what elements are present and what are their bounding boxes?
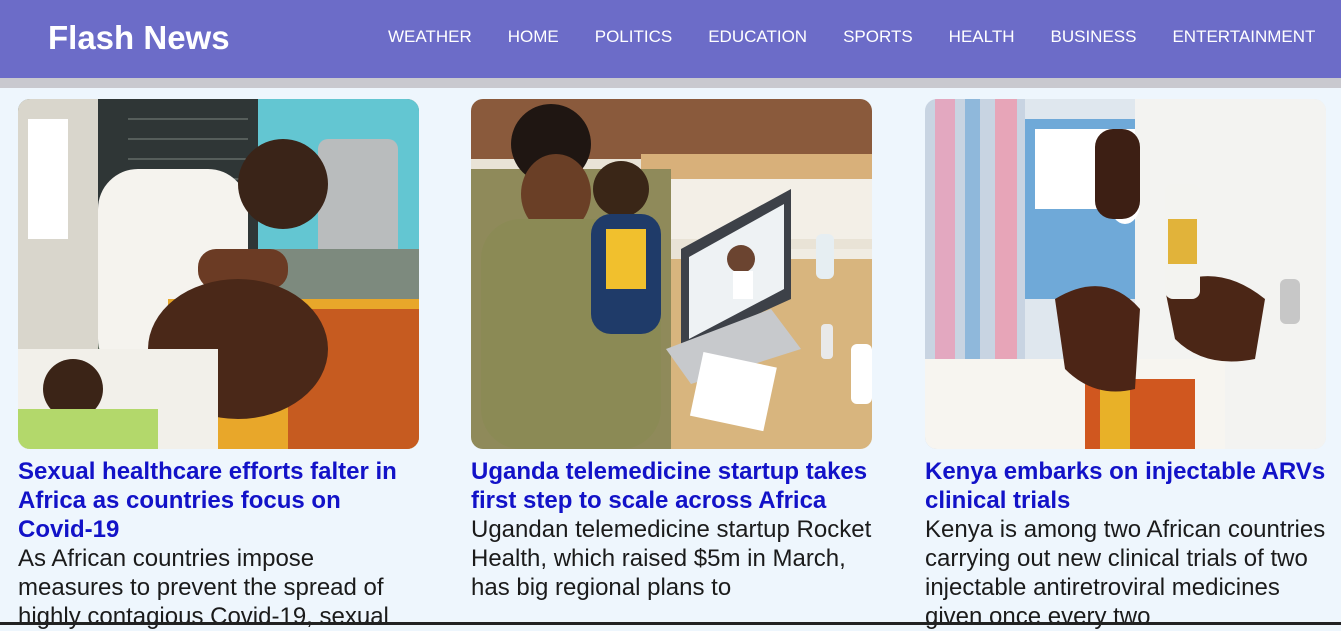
article-title[interactable]: Kenya embarks on injectable ARVs clinica…	[925, 457, 1327, 515]
nav-politics[interactable]: POLITICS	[595, 26, 672, 48]
article-card: Uganda telemedicine startup takes first …	[471, 99, 873, 602]
medication-handover-photo[interactable]	[925, 99, 1326, 449]
article-excerpt: Kenya is among two African countries car…	[925, 516, 1326, 630]
article-card: Sexual healthcare efforts falter in Afri…	[18, 99, 420, 631]
nav-sports[interactable]: SPORTS	[843, 26, 913, 48]
article-title[interactable]: Sexual healthcare efforts falter in Afri…	[18, 457, 420, 544]
main-nav: WEATHER HOME POLITICS EDUCATION SPORTS H…	[388, 26, 1341, 48]
article-excerpt: Ugandan telemedicine startup Rocket Heal…	[471, 516, 872, 601]
nav-education[interactable]: EDUCATION	[708, 26, 807, 48]
header-divider	[0, 78, 1341, 88]
nav-business[interactable]: BUSINESS	[1050, 26, 1136, 48]
nav-home[interactable]: HOME	[508, 26, 559, 48]
article-card: Kenya embarks on injectable ARVs clinica…	[925, 99, 1327, 631]
clinic-patient-photo[interactable]	[18, 99, 419, 449]
video-consultation-photo[interactable]	[471, 99, 872, 449]
article-title[interactable]: Uganda telemedicine startup takes first …	[471, 457, 873, 515]
nav-entertainment[interactable]: ENTERTAINMENT	[1172, 26, 1315, 48]
article-excerpt: As African countries impose measures to …	[18, 545, 389, 630]
nav-weather[interactable]: WEATHER	[388, 26, 472, 48]
site-header: Flash News WEATHER HOME POLITICS EDUCATI…	[0, 0, 1341, 78]
nav-health[interactable]: HEALTH	[949, 26, 1015, 48]
site-logo[interactable]: Flash News	[48, 18, 230, 58]
